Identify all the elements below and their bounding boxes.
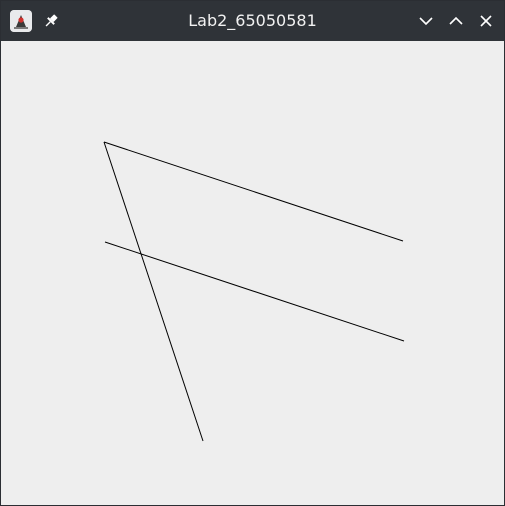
drawn-line [104,241,405,342]
chevron-up-icon[interactable] [446,11,466,31]
drawn-line [103,141,204,442]
close-icon[interactable] [476,11,496,31]
drawn-line [103,141,404,242]
drawing-canvas[interactable] [1,41,504,505]
app-window: Lab2_65050581 [0,0,505,506]
java-duke-icon[interactable] [10,10,32,32]
title-bar[interactable]: Lab2_65050581 [1,1,504,41]
chevron-down-icon[interactable] [416,11,436,31]
pin-icon[interactable] [42,12,60,30]
